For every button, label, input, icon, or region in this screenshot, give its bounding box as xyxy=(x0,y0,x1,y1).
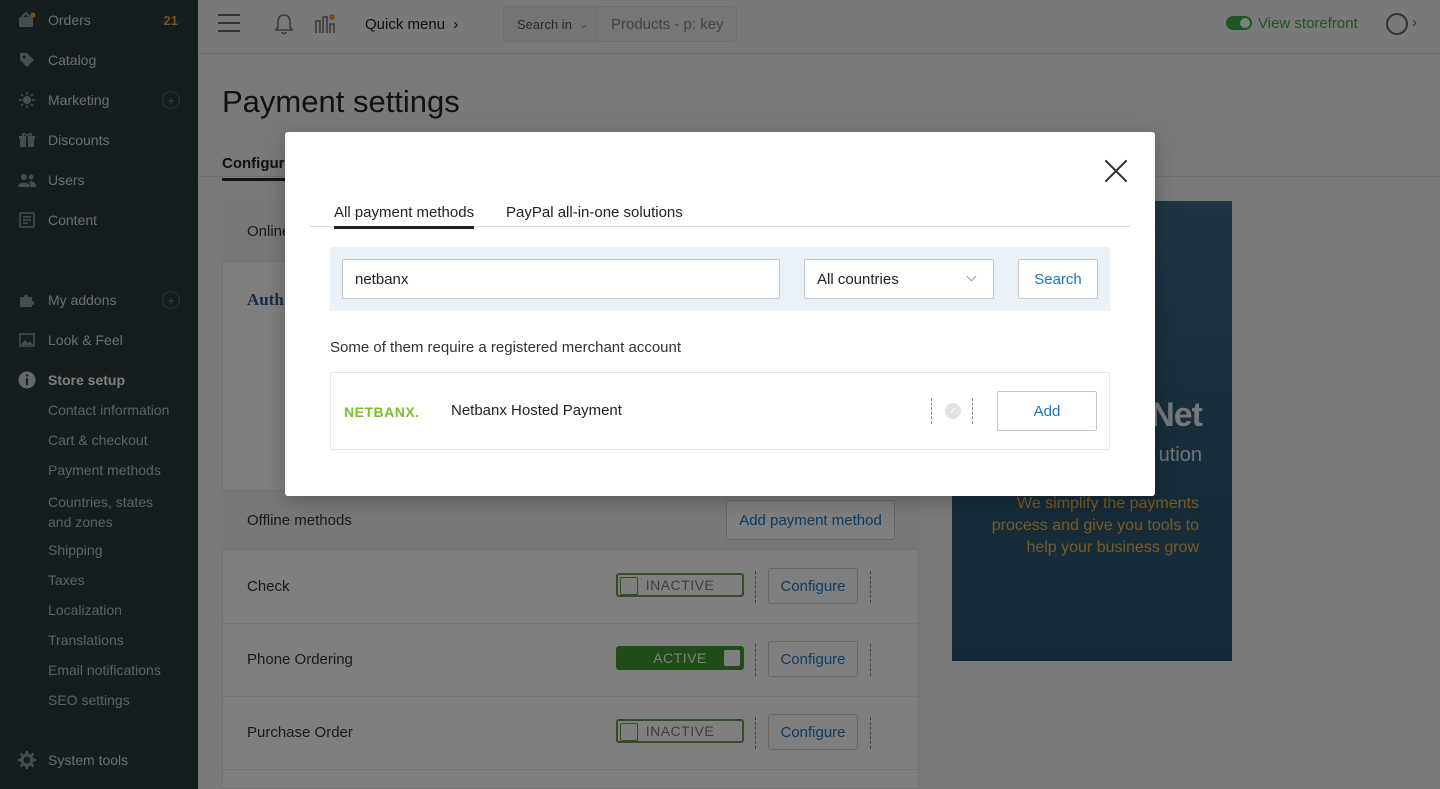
netbanx-logo-text: NETBANX xyxy=(344,404,416,420)
netbanx-logo-dot: . xyxy=(415,404,420,420)
divider xyxy=(931,398,932,424)
search-panel: netbanx All countries Search xyxy=(330,247,1110,311)
divider xyxy=(972,398,973,424)
tab-paypal-solutions[interactable]: PayPal all-in-one solutions xyxy=(506,204,683,226)
chevron-down-icon xyxy=(966,271,977,282)
add-button[interactable]: Add xyxy=(997,391,1097,431)
result-name: Netbanx Hosted Payment xyxy=(451,402,622,419)
dialog-tabs: All payment methods PayPal all-in-one so… xyxy=(310,204,1130,229)
country-select-value: All countries xyxy=(817,270,899,288)
payment-search-input[interactable]: netbanx xyxy=(342,259,780,299)
payment-search-value: netbanx xyxy=(355,270,409,288)
merchant-account-note: Some of them require a registered mercha… xyxy=(330,339,682,356)
tab-all-payment-methods[interactable]: All payment methods xyxy=(334,204,475,229)
search-button[interactable]: Search xyxy=(1018,259,1098,299)
close-icon[interactable] xyxy=(1104,159,1128,183)
result-row: NETBANX. Netbanx Hosted Payment ✓ Add xyxy=(330,372,1110,450)
check-circle-icon: ✓ xyxy=(945,403,961,419)
add-payment-method-dialog: All payment methods PayPal all-in-one so… xyxy=(285,132,1155,496)
netbanx-logo: NETBANX. xyxy=(344,404,420,420)
country-select[interactable]: All countries xyxy=(804,259,994,299)
